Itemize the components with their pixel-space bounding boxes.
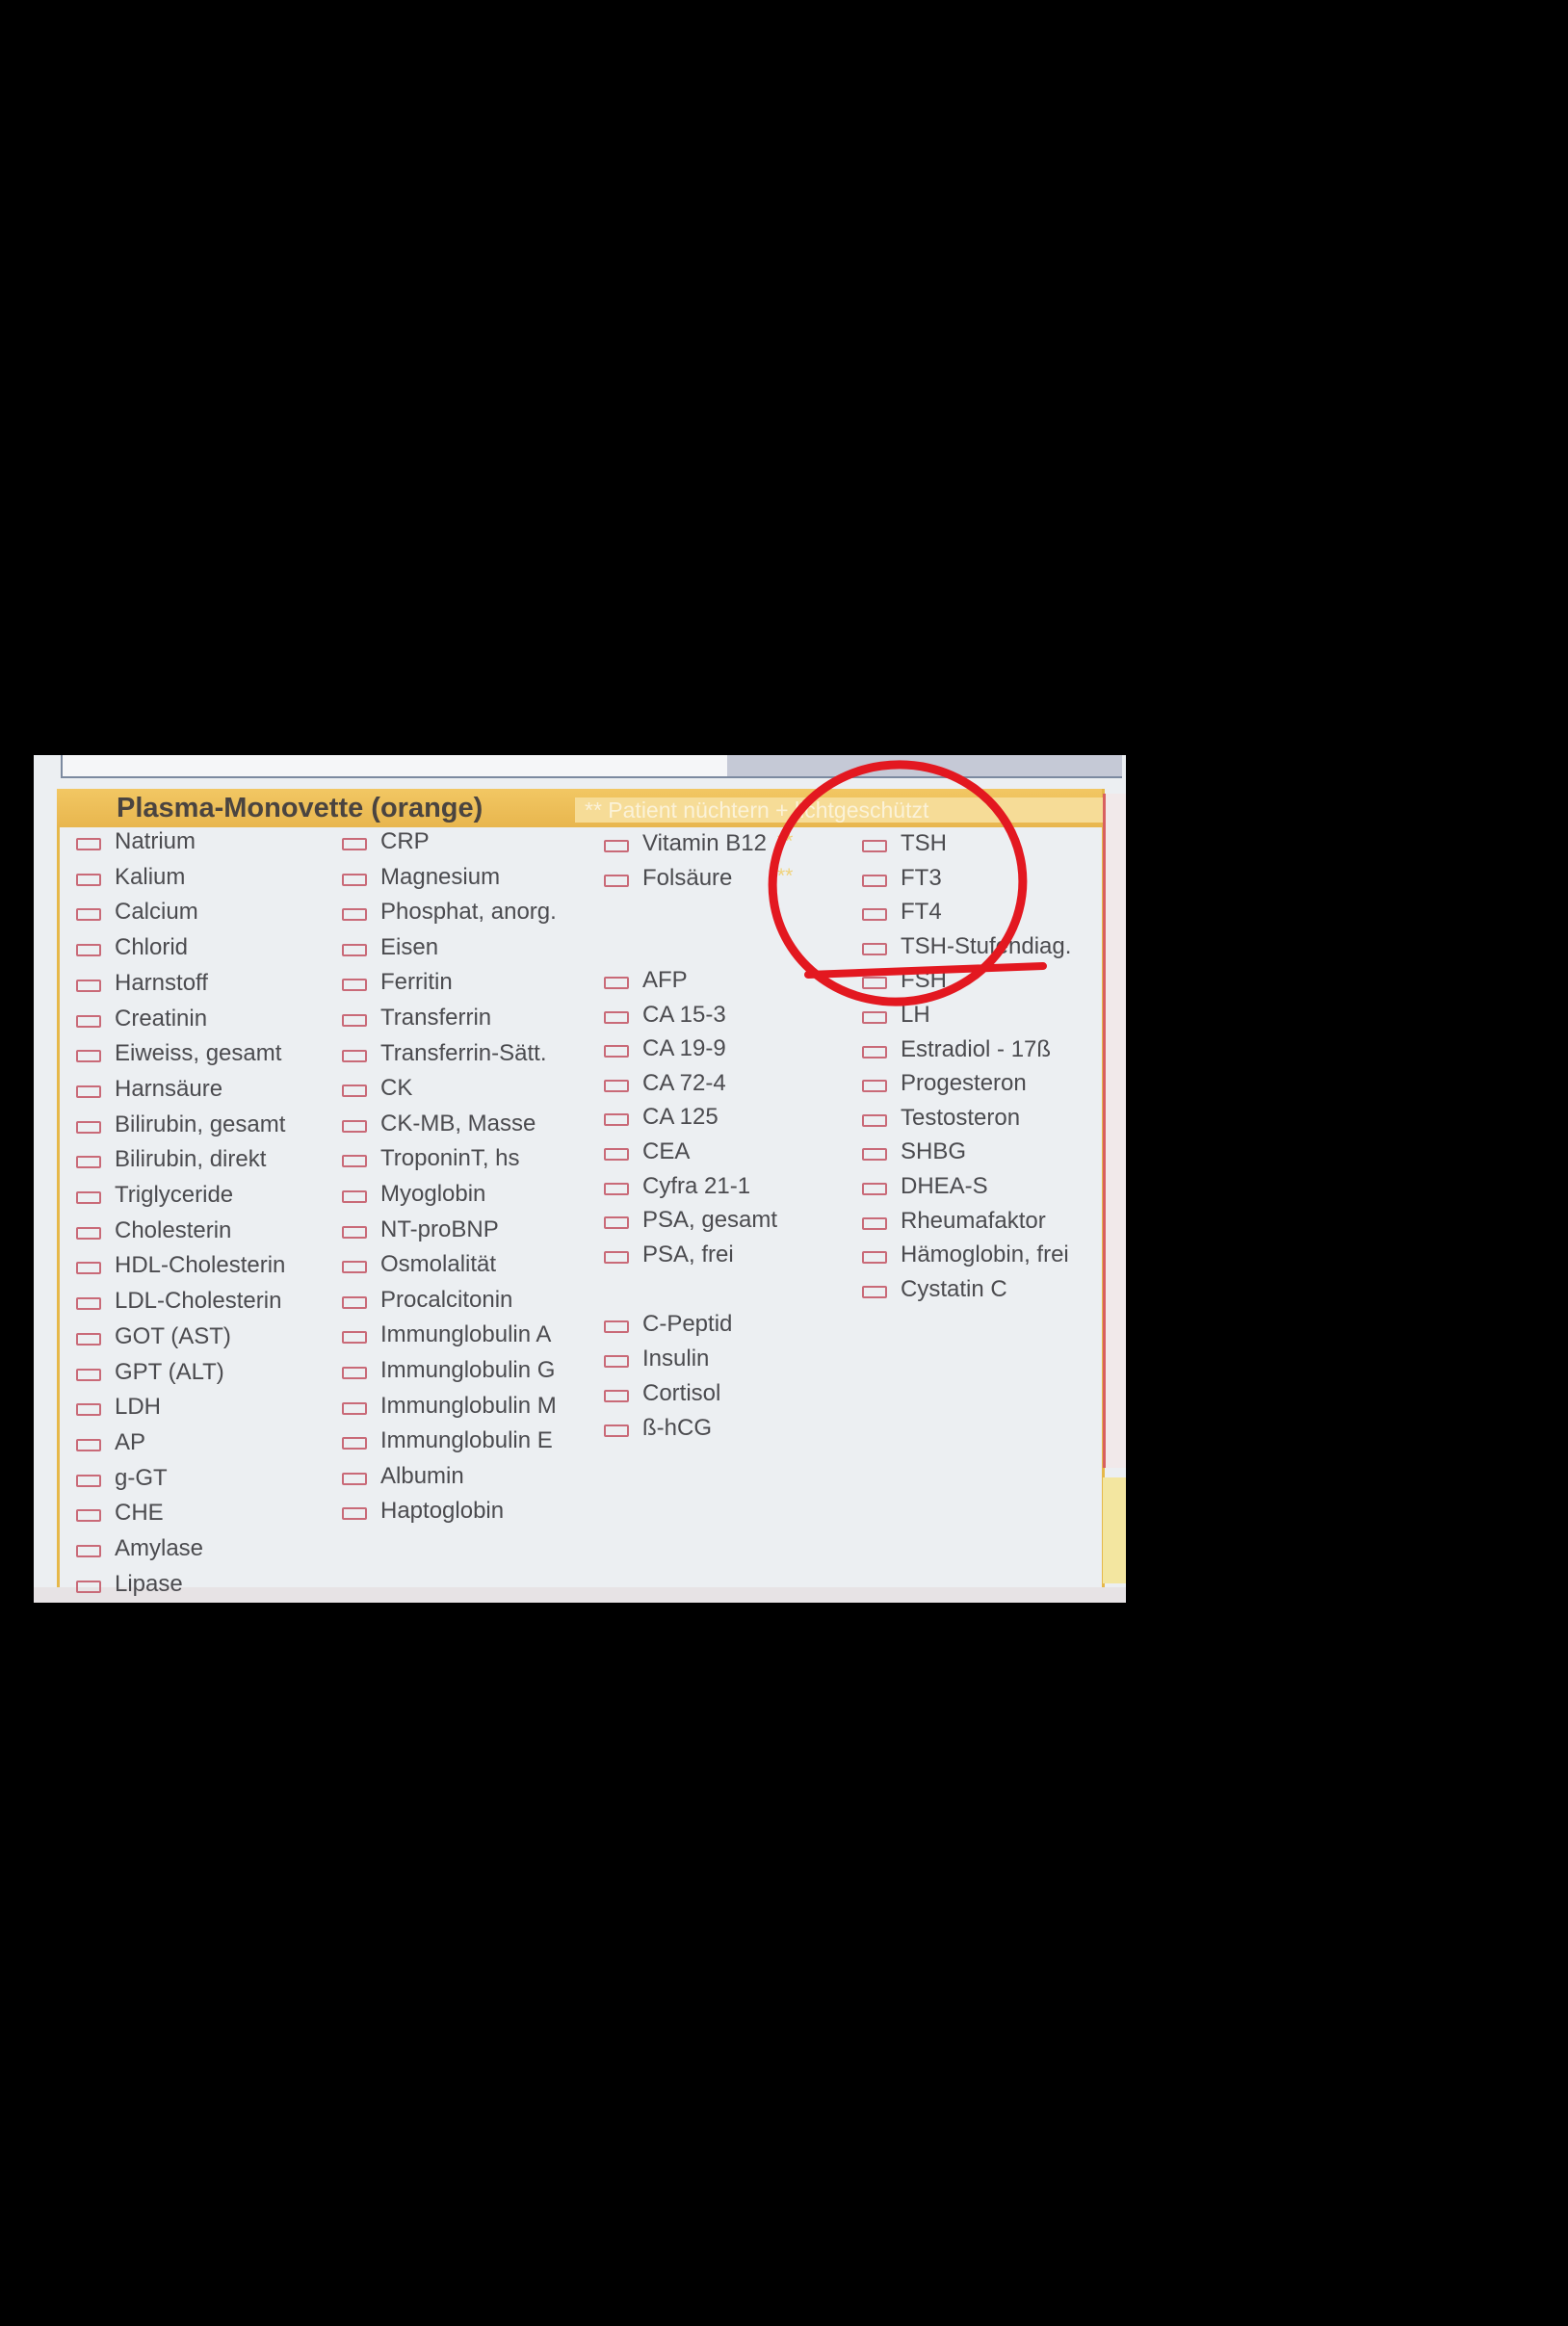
- requisition-form-photo: Plasma-Monovette (orange) ** Patient nüc…: [34, 755, 1126, 1603]
- red-circle-mark: [768, 760, 1028, 1006]
- red-strike-line: [804, 962, 1047, 979]
- handwritten-marks: [768, 760, 1047, 1006]
